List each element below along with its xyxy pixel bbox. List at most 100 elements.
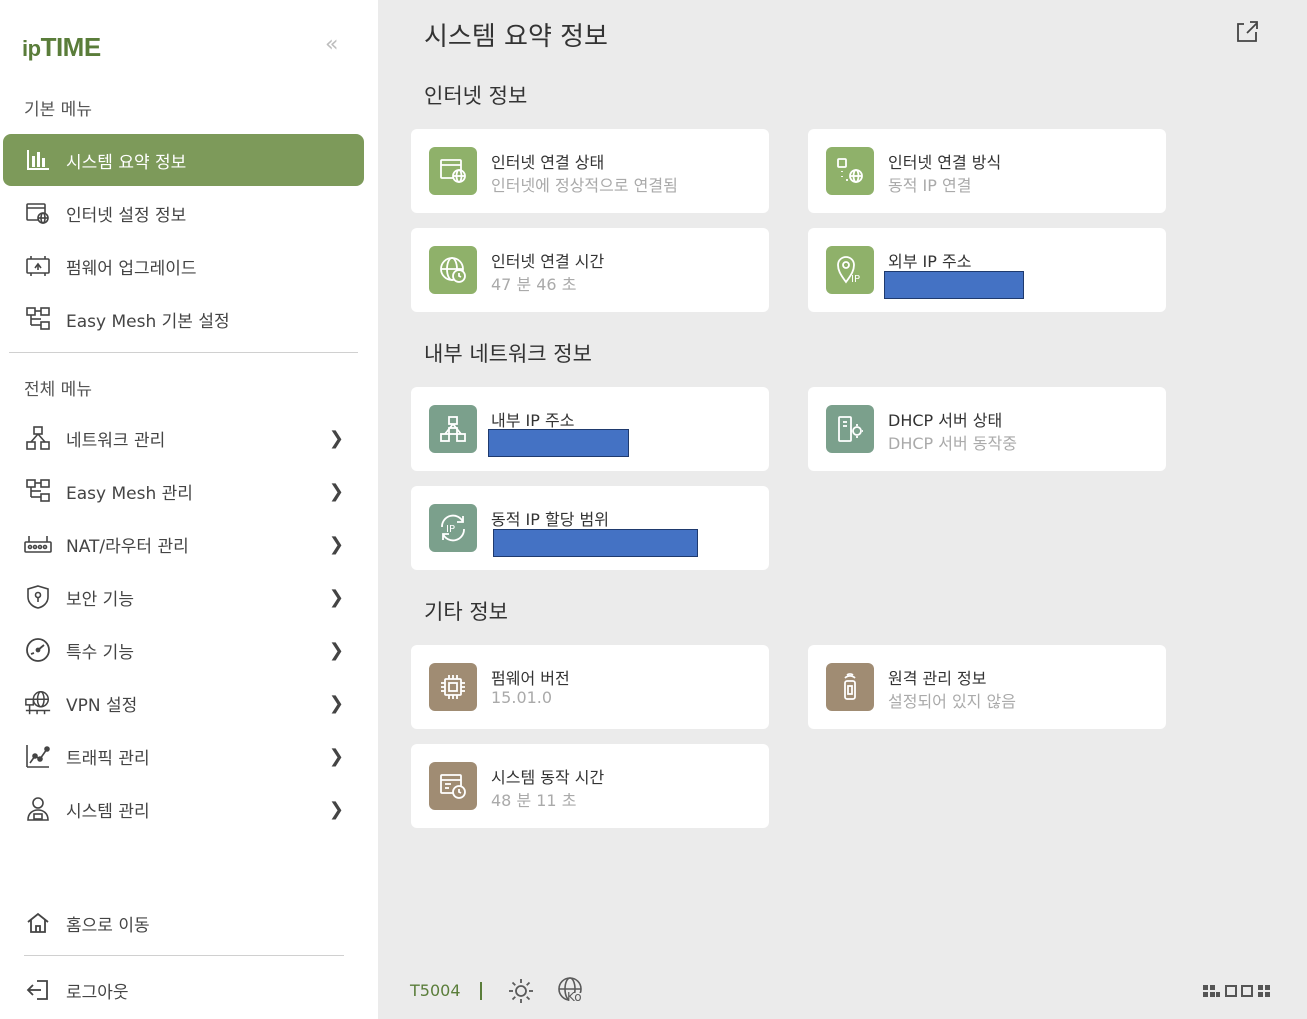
sidebar-item-internet-settings[interactable]: 인터넷 설정 정보: [3, 187, 364, 239]
chevron-right-icon: ❯: [328, 586, 344, 608]
sidebar-item-label: 트래픽 관리: [66, 748, 150, 769]
card-value: DHCP 서버 동작중: [888, 434, 1017, 453]
card-value: 동적 IP 연결: [888, 176, 972, 195]
dhcp-server-icon: [826, 405, 874, 453]
collapse-sidebar-button[interactable]: «: [325, 32, 338, 57]
chevron-right-icon: ❯: [328, 798, 344, 820]
mesh-icon: [24, 477, 52, 505]
firmware-upgrade-icon: [24, 252, 52, 280]
internet-status-card: 인터넷 연결 상태 인터넷에 정상적으로 연결됨: [411, 129, 769, 213]
home-label: 홈으로 이동: [66, 915, 150, 936]
mesh-icon: [24, 305, 52, 333]
chevron-right-icon: ❯: [328, 639, 344, 661]
internet-method-card: 인터넷 연결 방식 동적 IP 연결: [808, 129, 1166, 213]
redacted-value: [493, 529, 698, 557]
traffic-chart-icon: [24, 742, 52, 770]
remote-management-card: 원격 관리 정보 설정되어 있지 않음: [808, 645, 1166, 729]
card-label: 내부 IP 주소: [491, 411, 575, 430]
sidebar-item-system-summary[interactable]: 시스템 요약 정보: [3, 134, 364, 186]
sidebar-item-network[interactable]: 네트워크 관리 ❯: [3, 412, 364, 464]
card-label: DHCP 서버 상태: [888, 411, 1003, 430]
divider: [9, 352, 358, 353]
speedometer-icon: [24, 636, 52, 664]
card-label: 인터넷 연결 시간: [491, 252, 605, 271]
svg-text:IP: IP: [851, 274, 860, 285]
internet-info-title: 인터넷 정보: [424, 84, 528, 108]
card-label: 인터넷 연결 방식: [888, 153, 1002, 172]
card-label: 인터넷 연결 상태: [491, 153, 605, 172]
language-button[interactable]: Ko: [557, 976, 587, 1006]
bar-chart-icon: [24, 146, 52, 174]
sidebar-item-label: VPN 설정: [66, 695, 138, 716]
page-title: 시스템 요약 정보: [424, 22, 608, 52]
internet-settings-icon: [24, 199, 52, 227]
chip-icon: [429, 663, 477, 711]
card-value: 인터넷에 정상적으로 연결됨: [491, 176, 678, 195]
dhcp-range-card: IP 동적 IP 할당 범위: [411, 486, 769, 570]
svg-text:IP: IP: [446, 524, 455, 535]
remote-control-icon: [826, 663, 874, 711]
model-name: T5004: [410, 981, 461, 1000]
chevron-right-icon: ❯: [328, 533, 344, 555]
sidebar-item-traffic[interactable]: 트래픽 관리 ❯: [3, 730, 364, 782]
card-value: 설정되어 있지 않음: [888, 692, 1016, 711]
sidebar-item-security[interactable]: 보안 기능 ❯: [3, 571, 364, 623]
layout-toggle-button[interactable]: [1202, 983, 1278, 1003]
full-menu-title: 전체 메뉴: [24, 380, 92, 400]
sidebar-item-label: 보안 기능: [66, 589, 134, 610]
card-label: 외부 IP 주소: [888, 252, 972, 271]
internet-window-icon: [429, 147, 477, 195]
card-value: 48 분 11 초: [491, 791, 577, 810]
globe-clock-icon: [429, 246, 477, 294]
dhcp-status-card: DHCP 서버 상태 DHCP 서버 동작중: [808, 387, 1166, 471]
sidebar-item-label: NAT/라우터 관리: [66, 536, 189, 557]
iptime-logo[interactable]: ipTIME: [22, 32, 101, 63]
logout-label: 로그아웃: [66, 982, 129, 1003]
sidebar-item-label: 특수 기능: [66, 642, 134, 663]
system-user-icon: [24, 795, 52, 823]
logo-time-text: TIME: [40, 32, 102, 62]
sidebar-item-special[interactable]: 특수 기능 ❯: [3, 624, 364, 676]
card-value: 15.01.0: [491, 688, 553, 707]
sidebar-item-label: 시스템 관리: [66, 801, 150, 822]
internal-ip-card: 내부 IP 주소: [411, 387, 769, 471]
card-label: 원격 관리 정보: [888, 669, 987, 688]
sidebar: ipTIME « 기본 메뉴 시스템 요약 정보 인터넷 설정 정보 펌웨어 업…: [0, 0, 378, 1019]
sidebar-item-label: 펌웨어 업그레이드: [66, 258, 197, 279]
sidebar-item-label: Easy Mesh 관리: [66, 483, 193, 504]
system-uptime-card: 시스템 동작 시간 48 분 11 초: [411, 744, 769, 828]
sidebar-item-easymesh-basic[interactable]: Easy Mesh 기본 설정: [3, 293, 364, 345]
vpn-icon: [24, 689, 52, 717]
chevron-right-icon: ❯: [328, 480, 344, 502]
location-ip-icon: IP: [826, 246, 874, 294]
sidebar-item-firmware-upgrade[interactable]: 펌웨어 업그레이드: [3, 240, 364, 292]
layout-grid-icon: [1203, 985, 1270, 997]
footer-separator: [480, 982, 482, 1000]
chevron-right-icon: ❯: [328, 745, 344, 767]
ip-refresh-icon: IP: [429, 504, 477, 552]
logout-button[interactable]: 로그아웃: [3, 964, 364, 1016]
sidebar-item-label: 네트워크 관리: [66, 430, 166, 451]
sidebar-item-system-admin[interactable]: 시스템 관리 ❯: [3, 783, 364, 835]
redacted-value: [488, 429, 629, 457]
chevron-right-icon: ❯: [328, 692, 344, 714]
theme-toggle-button[interactable]: [507, 977, 535, 1009]
shield-icon: [24, 583, 52, 611]
sidebar-item-label: 인터넷 설정 정보: [66, 205, 187, 226]
export-icon: [1237, 21, 1258, 42]
basic-menu-title: 기본 메뉴: [24, 100, 92, 120]
connection-method-icon: [826, 147, 874, 195]
sidebar-item-easymesh[interactable]: Easy Mesh 관리 ❯: [3, 465, 364, 517]
sidebar-item-nat-router[interactable]: NAT/라우터 관리 ❯: [3, 518, 364, 570]
sidebar-item-label: 시스템 요약 정보: [66, 152, 187, 173]
card-label: 시스템 동작 시간: [491, 768, 605, 787]
logout-icon: [24, 976, 52, 1004]
window-clock-icon: [429, 762, 477, 810]
home-icon: [24, 909, 52, 937]
home-button[interactable]: 홈으로 이동: [3, 897, 364, 949]
card-label: 펌웨어 버전: [491, 669, 570, 688]
divider: [24, 955, 344, 956]
sidebar-item-vpn[interactable]: VPN 설정 ❯: [3, 677, 364, 729]
card-label: 동적 IP 할당 범위: [491, 510, 609, 529]
export-button[interactable]: [1234, 18, 1260, 44]
